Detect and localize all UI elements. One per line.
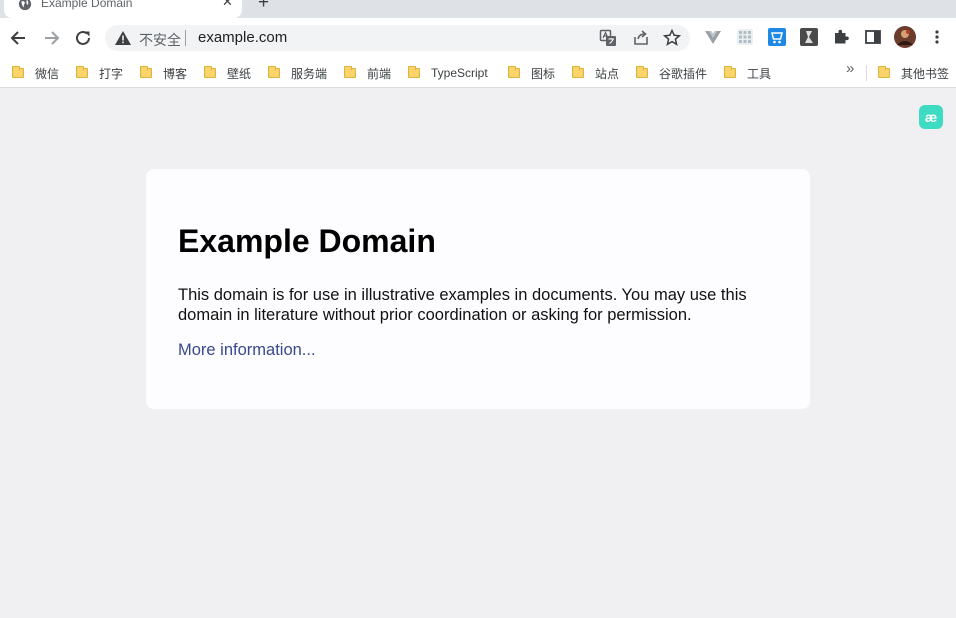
bookmark-wallpaper[interactable]: 壁纸 bbox=[204, 63, 251, 83]
back-arrow-icon[interactable] bbox=[8, 27, 30, 49]
bookmark-label: 图标 bbox=[531, 66, 556, 81]
folder-icon bbox=[508, 66, 520, 78]
folder-icon bbox=[572, 66, 584, 78]
ae-extension-icon[interactable]: æ bbox=[919, 105, 943, 129]
bookmark-label: 博客 bbox=[163, 66, 188, 81]
bookmark-label: 谷歌插件 bbox=[659, 66, 708, 81]
page-description: This domain is for use in illustrative e… bbox=[178, 286, 747, 324]
bookmark-server[interactable]: 服务端 bbox=[268, 63, 327, 83]
folder-icon bbox=[344, 66, 356, 78]
bookmark-label: TypeScript bbox=[431, 66, 488, 80]
bookmark-icons[interactable]: 图标 bbox=[508, 63, 555, 83]
folder-icon bbox=[724, 66, 736, 78]
folder-icon bbox=[408, 66, 420, 78]
bookmark-chrome-extensions[interactable]: 谷歌插件 bbox=[636, 63, 707, 83]
bookmark-label: 壁纸 bbox=[227, 66, 252, 81]
new-tab-button[interactable]: + bbox=[258, 0, 269, 12]
bookmarks-overflow-button[interactable]: » bbox=[846, 60, 854, 77]
bookmark-label: 微信 bbox=[35, 66, 60, 81]
folder-icon bbox=[76, 66, 88, 78]
bookmark-typing[interactable]: 打字 bbox=[76, 63, 123, 83]
tab-strip: Example Domain ✕ + bbox=[0, 0, 956, 18]
bookmark-frontend[interactable]: 前端 bbox=[344, 63, 391, 83]
bookmark-sites[interactable]: 站点 bbox=[572, 63, 619, 83]
bookmark-label: 打字 bbox=[99, 66, 124, 81]
url-text[interactable]: example.com bbox=[198, 29, 287, 46]
folder-icon bbox=[12, 66, 24, 78]
warning-icon[interactable] bbox=[115, 31, 131, 45]
character-extension-icon[interactable] bbox=[800, 28, 818, 46]
globe-icon bbox=[18, 0, 32, 11]
folder-icon bbox=[878, 66, 890, 78]
vue-devtools-icon[interactable] bbox=[704, 28, 722, 46]
bookmarks-divider bbox=[866, 65, 867, 81]
address-bar[interactable]: 不安全 example.com bbox=[105, 25, 690, 51]
share-icon[interactable] bbox=[632, 29, 650, 47]
more-information-link[interactable]: More information... bbox=[178, 341, 316, 360]
bookmark-blog[interactable]: 博客 bbox=[140, 63, 187, 83]
puzzle-extensions-icon[interactable] bbox=[832, 28, 850, 46]
security-status-label[interactable]: 不安全 bbox=[139, 30, 181, 50]
more-vertical-icon[interactable] bbox=[928, 28, 946, 46]
page-title: Example Domain bbox=[178, 223, 436, 259]
grid-extension-icon[interactable] bbox=[736, 28, 754, 46]
bookmark-label: 服务端 bbox=[291, 66, 328, 81]
bookmark-label: 工具 bbox=[747, 66, 772, 81]
close-icon[interactable]: ✕ bbox=[222, 0, 233, 9]
bookmarks-bar: 微信 打字 博客 壁纸 服务端 前端 TypeScript 图标 站点 谷歌插件… bbox=[0, 58, 956, 88]
bookmark-label: 前端 bbox=[367, 66, 392, 81]
browser-toolbar: 不安全 example.com bbox=[0, 18, 956, 58]
content-card: Example Domain This domain is for use in… bbox=[146, 169, 810, 409]
bookmark-label: 其他书签 bbox=[901, 66, 950, 81]
folder-icon bbox=[636, 66, 648, 78]
star-icon[interactable] bbox=[663, 29, 681, 47]
folder-icon bbox=[204, 66, 216, 78]
side-panel-icon[interactable] bbox=[864, 28, 882, 46]
tab-example-domain[interactable]: Example Domain ✕ bbox=[4, 0, 242, 18]
tab-title: Example Domain bbox=[41, 0, 133, 10]
bookmark-tools[interactable]: 工具 bbox=[724, 63, 771, 83]
bookmark-weixin[interactable]: 微信 bbox=[12, 63, 59, 83]
bookmark-other-bookmarks[interactable]: 其他书签 bbox=[878, 63, 949, 83]
bookmark-label: 站点 bbox=[595, 66, 620, 81]
omnibox-divider bbox=[185, 30, 186, 46]
folder-icon bbox=[268, 66, 280, 78]
reload-icon[interactable] bbox=[72, 27, 94, 49]
folder-icon bbox=[140, 66, 152, 78]
profile-avatar[interactable] bbox=[894, 26, 916, 48]
translate-icon[interactable] bbox=[599, 29, 617, 47]
bookmark-typescript[interactable]: TypeScript bbox=[408, 63, 488, 83]
shopping-extension-icon[interactable] bbox=[768, 28, 786, 46]
forward-arrow-icon[interactable] bbox=[40, 27, 62, 49]
